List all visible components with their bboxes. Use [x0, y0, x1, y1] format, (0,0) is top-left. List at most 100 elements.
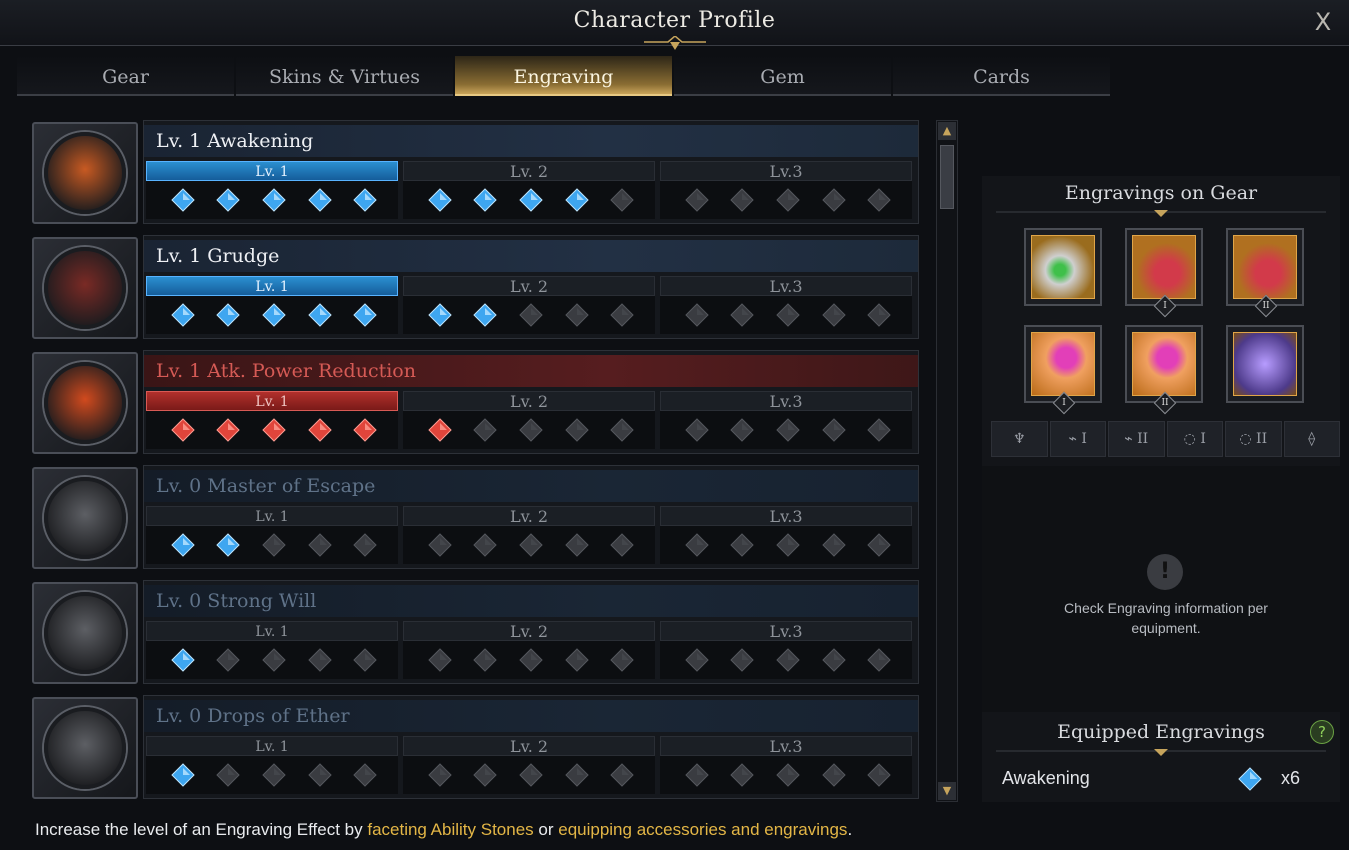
earring-icon: ⌁: [1068, 431, 1077, 447]
node-filled: [307, 303, 332, 327]
gear-slot[interactable]: II: [1226, 228, 1304, 318]
engraving-name: Lv. 0 Drops of Ether: [144, 700, 918, 732]
engraving-panel: Lv. 1 Awakening Lv. 1 Lv. 2 Lv.3: [143, 120, 919, 224]
ring-icon: [1031, 332, 1095, 396]
node-empty: [685, 533, 709, 557]
tab-gear[interactable]: Gear: [17, 56, 234, 96]
equipped-engraving-name: Awakening: [1002, 768, 1090, 788]
filter-label: II: [1137, 431, 1149, 447]
gear-slot[interactable]: I: [1125, 228, 1203, 318]
node-empty: [307, 533, 332, 557]
gear-slot[interactable]: [1226, 325, 1304, 403]
tab-skins-virtues[interactable]: Skins & Virtues: [236, 56, 453, 96]
gear-slot[interactable]: I: [1024, 325, 1102, 415]
node-empty: [473, 648, 498, 672]
node-empty: [519, 648, 543, 672]
node-filled: [473, 188, 498, 212]
engraving-panel: Lv. 0 Master of Escape Lv. 1 Lv. 2 Lv.3: [143, 465, 919, 569]
scroll-down-button[interactable]: ▼: [938, 782, 956, 800]
engraving-name: Lv. 0 Strong Will: [144, 585, 918, 617]
node-filled: [262, 418, 286, 442]
engraving-row[interactable]: Lv. 1 Awakening Lv. 1 Lv. 2 Lv.3: [30, 120, 920, 227]
tab-gem[interactable]: Gem: [674, 56, 891, 96]
gear-slot[interactable]: [1024, 228, 1102, 306]
node-empty: [867, 303, 891, 327]
tab-engraving[interactable]: Engraving: [455, 56, 672, 96]
scroll-thumb[interactable]: [940, 145, 954, 209]
node-empty: [730, 533, 755, 557]
level-3-group: Lv.3: [660, 161, 912, 219]
level-2-group: Lv. 2: [403, 161, 655, 219]
filter-ring-2[interactable]: ◌ II: [1225, 421, 1282, 457]
node-filled: [171, 303, 195, 327]
scrollbar[interactable]: ▲ ▼: [936, 120, 958, 802]
window-title: Character Profile: [573, 8, 776, 33]
info-text: Check Engraving information per equipmen…: [1064, 600, 1268, 636]
engraving-icon: [44, 247, 126, 329]
filter-ring-1[interactable]: ◌ I: [1166, 421, 1223, 457]
footer-text: or: [533, 820, 559, 839]
node-filled: [473, 303, 498, 327]
engraving-icon-frame: [32, 352, 138, 454]
node-empty: [428, 648, 452, 672]
node-empty: [867, 533, 891, 557]
node-empty: [776, 418, 800, 442]
node-filled: [428, 188, 452, 212]
close-button[interactable]: X: [1307, 6, 1339, 38]
filter-earring-2[interactable]: ⌁ II: [1108, 421, 1165, 457]
tab-cards[interactable]: Cards: [893, 56, 1110, 96]
level-label: Lv.3: [660, 391, 912, 411]
divider-ornament: [996, 749, 1326, 756]
level-3-group: Lv.3: [660, 276, 912, 334]
node-empty: [685, 418, 709, 442]
node-empty: [610, 188, 634, 212]
engraving-icon-frame: [32, 697, 138, 799]
filter-necklace[interactable]: ♆: [991, 421, 1048, 457]
node-filled: [519, 188, 543, 212]
level-1-group: Lv. 1: [146, 621, 398, 679]
node-empty: [685, 648, 709, 672]
blue-gem-icon: [1238, 767, 1262, 791]
right-panel: Engravings on Gear I II I II ♆ ⌁ I ⌁ II ◌ I…: [982, 176, 1340, 802]
node-empty: [685, 303, 709, 327]
node-filled: [428, 303, 452, 327]
exclamation-icon: !: [1147, 554, 1183, 590]
engraving-row[interactable]: Lv. 1 Grudge Lv. 1 Lv. 2 Lv.3: [30, 235, 920, 342]
equipping-link[interactable]: equipping accessories and engravings: [558, 820, 847, 839]
title-bar: Character Profile X: [0, 0, 1349, 50]
gear-slot[interactable]: II: [1125, 325, 1203, 415]
node-empty: [353, 763, 377, 787]
node-empty: [216, 763, 241, 787]
scroll-up-button[interactable]: ▲: [938, 122, 956, 140]
engraving-row[interactable]: Lv. 0 Strong Will Lv. 1 Lv. 2 Lv.3: [30, 580, 920, 687]
engravings-on-gear-title: Engravings on Gear: [1064, 182, 1258, 204]
level-label: Lv. 2: [403, 506, 655, 526]
filter-earring-1[interactable]: ⌁ I: [1049, 421, 1106, 457]
node-empty: [730, 418, 755, 442]
level-label: Lv.3: [660, 276, 912, 296]
ability-stone-icon: ⟠: [1308, 431, 1316, 447]
node-empty: [776, 648, 800, 672]
slot-number-label: II: [1262, 301, 1270, 311]
engraving-row[interactable]: Lv. 1 Atk. Power Reduction Lv. 1 Lv. 2 Lv.3: [30, 350, 920, 457]
help-button[interactable]: ?: [1310, 720, 1334, 744]
node-empty: [776, 303, 800, 327]
engraving-panel: Lv. 1 Grudge Lv. 1 Lv. 2 Lv.3: [143, 235, 919, 339]
engraving-panel: Lv. 0 Drops of Ether Lv. 1 Lv. 2 Lv.3: [143, 695, 919, 799]
node-empty: [564, 418, 589, 442]
node-empty: [519, 303, 543, 327]
engraving-panel: Lv. 0 Strong Will Lv. 1 Lv. 2 Lv.3: [143, 580, 919, 684]
level-label: Lv. 2: [403, 621, 655, 641]
level-label: Lv. 1: [146, 506, 398, 526]
node-empty: [610, 418, 634, 442]
filter-ability-stone[interactable]: ⟠: [1283, 421, 1340, 457]
level-label: Lv.3: [660, 506, 912, 526]
engraving-row[interactable]: Lv. 0 Drops of Ether Lv. 1 Lv. 2 Lv.3: [30, 695, 920, 802]
footer-text: Increase the level of an Engraving Effec…: [35, 820, 368, 839]
level-2-group: Lv. 2: [403, 276, 655, 334]
level-label: Lv. 2: [403, 391, 655, 411]
level-2-group: Lv. 2: [403, 391, 655, 449]
faceting-link[interactable]: faceting Ability Stones: [367, 820, 533, 839]
node-filled: [262, 188, 286, 212]
engraving-row[interactable]: Lv. 0 Master of Escape Lv. 1 Lv. 2 Lv.3: [30, 465, 920, 572]
